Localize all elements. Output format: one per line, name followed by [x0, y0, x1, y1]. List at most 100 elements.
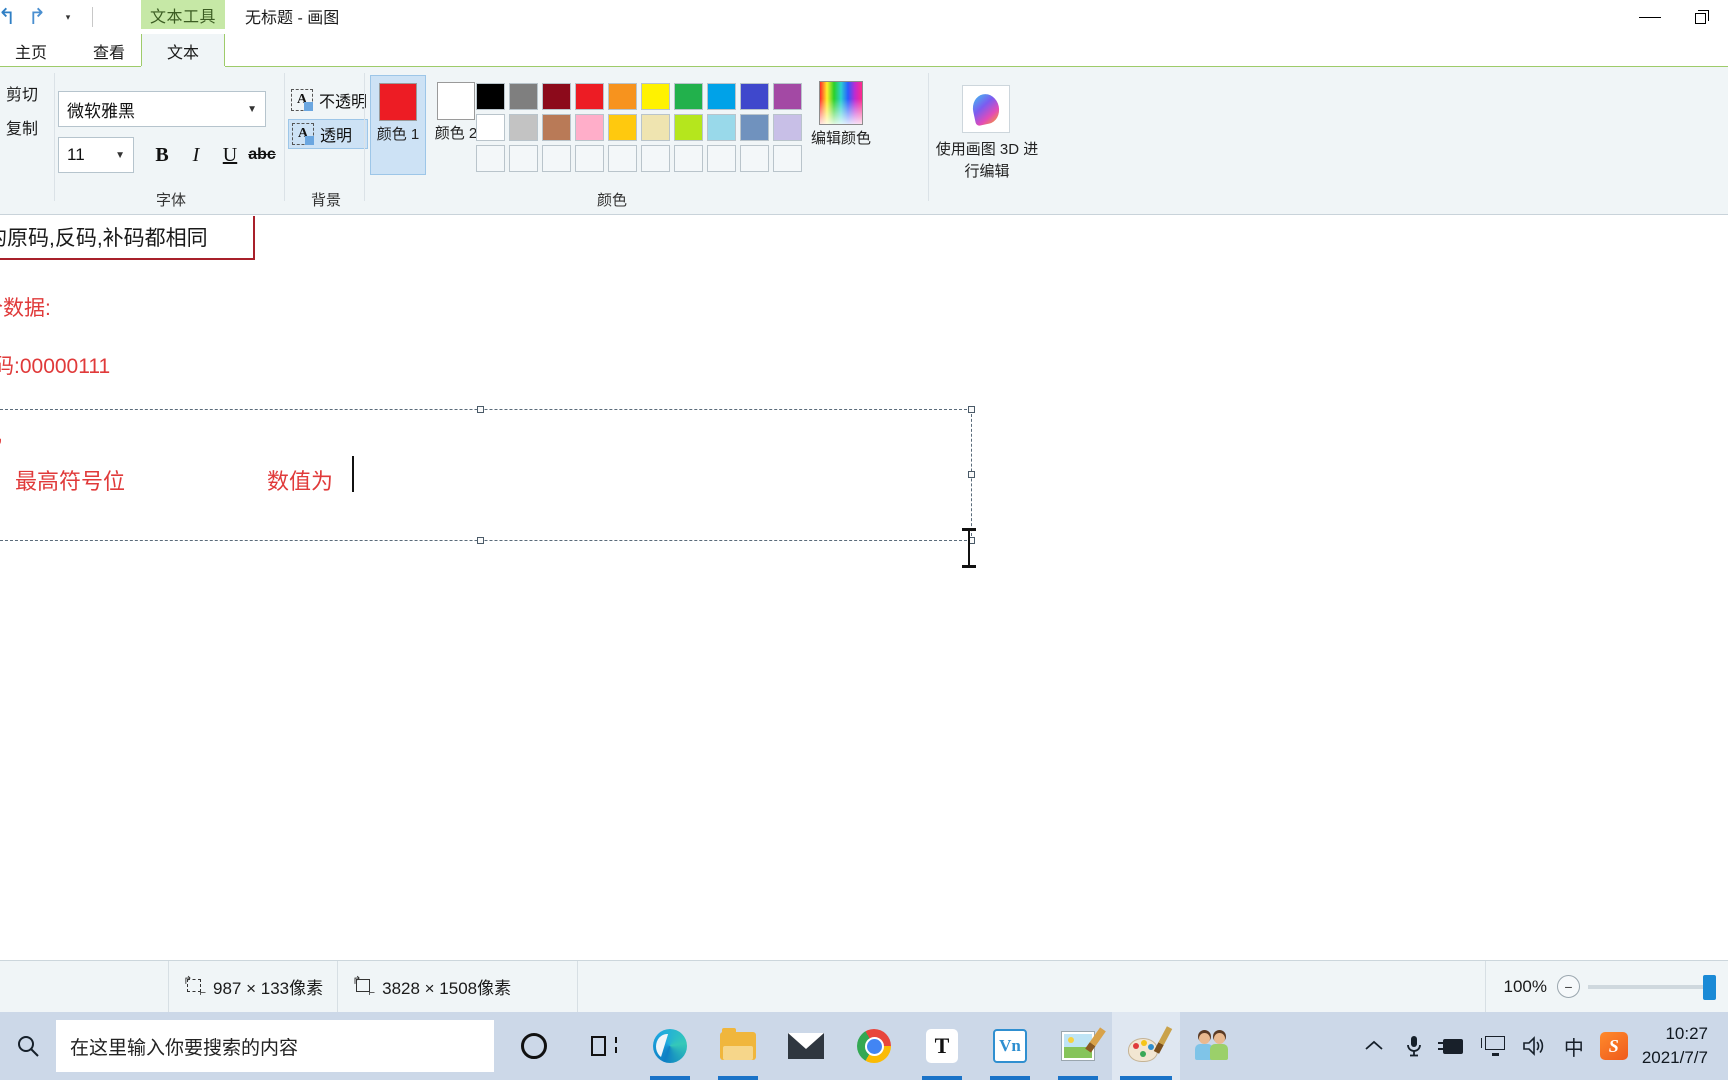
taskbar-item-edge[interactable]	[636, 1012, 704, 1080]
copy-button[interactable]: 复制	[6, 115, 38, 139]
tab-home[interactable]: 主页	[0, 34, 70, 67]
palette-swatch-r1-c4[interactable]	[573, 81, 606, 112]
palette-swatch-r2-c3[interactable]	[540, 112, 573, 143]
palette-swatch-r2-c1[interactable]	[474, 112, 507, 143]
swatch-color	[608, 114, 637, 141]
texstudio-icon: T	[926, 1029, 958, 1063]
color-1-button[interactable]: 颜色 1	[370, 75, 426, 175]
palette-swatch-r2-c10[interactable]	[771, 112, 804, 143]
sogou-tray-icon[interactable]: S	[1594, 1012, 1634, 1080]
ribbon-group-colors: 编辑颜色 颜色	[466, 67, 882, 215]
palette-swatch-r1-c6[interactable]	[639, 81, 672, 112]
status-bar: ↱ ⌐ 987 × 133像素 ↱ ⌐ 3828 × 1508像素 100% −	[0, 960, 1728, 1013]
resize-handle-top-right[interactable]	[968, 406, 975, 413]
taskbar-item-file-explorer[interactable]	[704, 1012, 772, 1080]
zoom-out-button[interactable]: −	[1557, 975, 1580, 998]
redo-icon[interactable]: ↱	[22, 3, 52, 31]
zoom-slider-track[interactable]	[1588, 974, 1716, 1000]
palette-swatch-r3-c6[interactable]	[639, 143, 672, 174]
paint-icon	[1128, 1026, 1173, 1062]
palette-swatch-r1-c10[interactable]	[771, 81, 804, 112]
cut-button[interactable]: 剪切	[6, 81, 38, 105]
file-explorer-icon	[720, 1028, 756, 1060]
swatch-color	[509, 114, 538, 141]
taskbar-item-texstudio[interactable]: T	[908, 1012, 976, 1080]
running-indicator	[990, 1076, 1030, 1080]
palette-swatch-r1-c8[interactable]	[705, 81, 738, 112]
palette-swatch-r3-c5[interactable]	[606, 143, 639, 174]
palette-swatch-r3-c4[interactable]	[573, 143, 606, 174]
palette-swatch-r1-c7[interactable]	[672, 81, 705, 112]
swatch-color	[674, 145, 703, 172]
volume-icon[interactable]	[1514, 1012, 1554, 1080]
palette-swatch-r2-c6[interactable]	[639, 112, 672, 143]
palette-swatch-r3-c9[interactable]	[738, 143, 771, 174]
palette-swatch-r2-c8[interactable]	[705, 112, 738, 143]
palette-swatch-r1-c3[interactable]	[540, 81, 573, 112]
show-hidden-icons-chevron-up-icon[interactable]	[1354, 1012, 1394, 1080]
palette-swatch-r1-c5[interactable]	[606, 81, 639, 112]
background-transparent-button[interactable]: A 透明	[288, 119, 368, 149]
strikethrough-button[interactable]: abc	[246, 139, 278, 171]
palette-swatch-r1-c1[interactable]	[474, 81, 507, 112]
resize-handle-middle-right[interactable]	[968, 471, 975, 478]
microphone-icon[interactable]	[1394, 1012, 1434, 1080]
taskbar-item-snipaste[interactable]	[1044, 1012, 1112, 1080]
palette-swatch-r3-c1[interactable]	[474, 143, 507, 174]
canvas[interactable]: 的原码,反码,补码都相同 个数据: 原码:00000111 , 最高符号位 数值…	[0, 216, 1728, 960]
palette-swatch-r3-c3[interactable]	[540, 143, 573, 174]
swatch-color	[707, 114, 736, 141]
font-size-value: 11	[67, 145, 85, 164]
font-size-combobox[interactable]: 11 ▼	[58, 137, 134, 173]
customize-quick-access-chevron-down-icon[interactable]: ▾	[52, 3, 82, 31]
palette-swatch-r3-c8[interactable]	[705, 143, 738, 174]
taskbar-item-task-view[interactable]	[568, 1012, 636, 1080]
palette-swatch-r2-c4[interactable]	[573, 112, 606, 143]
taskbar-item-people[interactable]	[1180, 1012, 1248, 1080]
paint3d-button[interactable]	[962, 85, 1010, 133]
palette-swatch-r3-c10[interactable]	[771, 143, 804, 174]
background-opaque-button[interactable]: A 不透明	[288, 85, 368, 115]
font-family-combobox[interactable]: 微软雅黑 ▼	[58, 91, 266, 127]
ibeam-mouse-cursor	[962, 528, 976, 568]
text-entry-box[interactable]: 最高符号位 数值为	[0, 406, 975, 544]
palette-swatch-r2-c9[interactable]	[738, 112, 771, 143]
bold-button[interactable]: B	[146, 139, 178, 171]
undo-icon[interactable]: ↰	[0, 3, 22, 31]
restore-button[interactable]	[1676, 0, 1728, 34]
taskbar-item-mail[interactable]	[772, 1012, 840, 1080]
palette-swatch-r3-c2[interactable]	[507, 143, 540, 174]
canvas-text-line-1: 的原码,反码,补码都相同	[0, 227, 208, 250]
palette-swatch-r2-c7[interactable]	[672, 112, 705, 143]
minimize-button[interactable]	[1624, 0, 1676, 34]
clock[interactable]: 10:27 2021/7/7	[1634, 1012, 1722, 1080]
swatch-color	[509, 83, 538, 110]
tab-text[interactable]: 文本	[141, 34, 225, 67]
battery-icon[interactable]	[1434, 1012, 1474, 1080]
palette-swatch-r3-c7[interactable]	[672, 143, 705, 174]
taskbar-item-chrome[interactable]	[840, 1012, 908, 1080]
palette-swatch-r1-c9[interactable]	[738, 81, 771, 112]
taskbar-item-cortana[interactable]	[500, 1012, 568, 1080]
swatch-color	[575, 145, 604, 172]
resize-handle-bottom-center[interactable]	[477, 537, 484, 544]
swatch-color	[575, 83, 604, 110]
start-button[interactable]	[0, 1012, 56, 1080]
network-icon[interactable]	[1474, 1012, 1514, 1080]
taskbar-search-box[interactable]: 在这里输入你要搜索的内容	[56, 1020, 494, 1072]
clock-date: 2021/7/7	[1641, 1048, 1708, 1067]
tab-view[interactable]: 查看	[70, 34, 148, 67]
ime-mode-indicator[interactable]: 中	[1554, 1012, 1594, 1080]
palette-swatch-r2-c2[interactable]	[507, 112, 540, 143]
palette-swatch-r2-c5[interactable]	[606, 112, 639, 143]
italic-button[interactable]: I	[180, 139, 212, 171]
resize-handle-top-center[interactable]	[477, 406, 484, 413]
zoom-slider-thumb[interactable]	[1703, 974, 1716, 1000]
color-palette-grid[interactable]	[474, 81, 804, 174]
swatch-color	[773, 145, 802, 172]
palette-swatch-r1-c2[interactable]	[507, 81, 540, 112]
taskbar-item-paint[interactable]	[1112, 1012, 1180, 1080]
taskbar-item-vnc[interactable]: Vn	[976, 1012, 1044, 1080]
edit-colors-button[interactable]: 编辑颜色	[809, 81, 873, 149]
underline-button[interactable]: U	[214, 139, 246, 171]
